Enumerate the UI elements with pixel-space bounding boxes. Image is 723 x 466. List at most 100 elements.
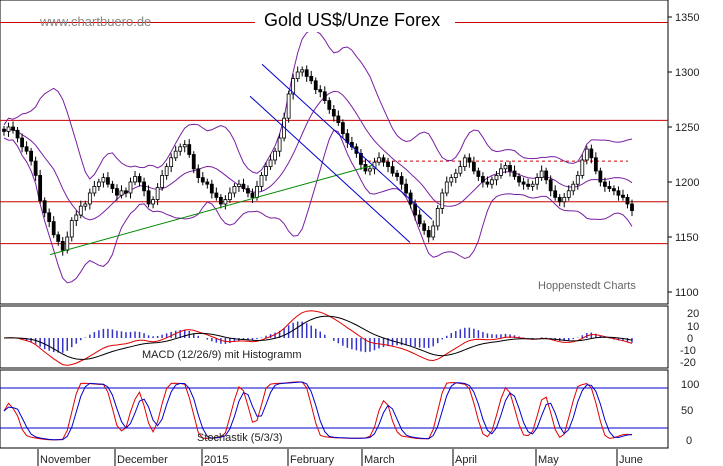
candle-body (42, 200, 47, 214)
candle-body (155, 187, 160, 200)
month-label: May (538, 454, 559, 466)
candle-body (133, 176, 137, 183)
candle-body (417, 214, 422, 225)
candle-body (246, 188, 250, 194)
candle-body (169, 157, 174, 168)
candle-body (33, 160, 38, 176)
candle-body (490, 179, 494, 185)
candle-body (481, 176, 485, 183)
stochastic-k-line (3, 381, 633, 441)
price-axis-label: 1250 (675, 122, 699, 134)
bollinger-bands-layer (3, 29, 633, 284)
candle-body (164, 166, 169, 176)
candle-body (87, 192, 92, 205)
candle-body (512, 170, 517, 177)
horizontal-lines-layer (0, 22, 668, 429)
candle-body (494, 174, 499, 181)
candle-body (580, 159, 585, 176)
stochastic-d-line (3, 381, 633, 441)
candle-body (313, 80, 318, 91)
candle-body (413, 203, 418, 216)
month-label: 2015 (204, 454, 228, 466)
candle-body (612, 188, 616, 192)
candle-body (616, 190, 621, 196)
candle-body (485, 181, 490, 185)
candle-body (589, 148, 594, 159)
candle-body (553, 190, 558, 198)
price-axis-label: 1350 (675, 12, 699, 24)
candle-body (259, 174, 264, 187)
candle-body (250, 192, 255, 198)
candle-body (593, 157, 598, 172)
candle-body (304, 69, 309, 77)
candle-body (377, 157, 381, 163)
month-label: April (455, 454, 477, 466)
candle-body (322, 91, 327, 102)
candle-body (29, 150, 34, 162)
candle-body (83, 203, 88, 207)
candle-body (571, 183, 576, 192)
candle-body (300, 69, 305, 73)
candle-body (56, 234, 61, 242)
candle-body (521, 181, 526, 185)
price-axis-label: 1200 (675, 177, 699, 189)
candle-body (273, 150, 277, 161)
candle-body (182, 144, 187, 148)
candle-body (237, 183, 241, 187)
candle-body (476, 170, 481, 177)
candle-body (440, 192, 445, 209)
candle-body (209, 183, 214, 194)
candle-body (526, 183, 530, 187)
candle-body (115, 188, 119, 196)
chart-title: Gold US$/Unze Forex (264, 10, 440, 30)
candle-body (214, 192, 219, 198)
candle-body (535, 177, 540, 185)
macd-axis-label: -10 (680, 345, 696, 357)
candle-body (6, 126, 11, 132)
candle-body (630, 203, 634, 211)
candle-body (277, 137, 282, 152)
macd-label: MACD (12/26/9) mit Histogramm (142, 349, 302, 361)
month-label: December (117, 454, 168, 466)
candle-body (92, 185, 97, 194)
stoch-axis-label: 0 (686, 435, 692, 447)
macd-panel-frame (0, 305, 669, 369)
candle-body (530, 183, 535, 187)
candle-body (47, 212, 52, 223)
candle-body (368, 168, 372, 172)
candle-body (598, 170, 603, 183)
candle-body (309, 76, 314, 82)
candle-body (404, 183, 409, 194)
candle-body (607, 185, 612, 189)
macd-axis-label: 10 (687, 321, 699, 333)
candle-body (444, 181, 449, 194)
candle-body (241, 183, 246, 189)
candle-body (621, 194, 625, 198)
candle-body (110, 183, 115, 189)
bollinger-middle-line (3, 90, 633, 221)
month-label: June (619, 454, 643, 466)
candle-body (2, 128, 6, 132)
candle-body (508, 165, 512, 172)
candle-body (187, 144, 192, 155)
candles-layer (2, 65, 634, 256)
candle-body (340, 122, 345, 134)
month-label: March (364, 454, 395, 466)
bollinger-lower-line (3, 129, 633, 284)
candle-body (128, 181, 133, 194)
axis-labels-layer: 11001150120012501300135020100-10-2010050… (37, 12, 699, 466)
candle-body (38, 174, 43, 202)
candle-body (146, 190, 151, 205)
candle-body (20, 137, 24, 148)
candle-body (602, 181, 607, 187)
candle-body (327, 100, 332, 110)
candle-body (462, 157, 467, 168)
candle-body (390, 166, 395, 174)
candle-body (499, 168, 503, 176)
candle-body (255, 185, 259, 198)
stochastic-layer (3, 381, 633, 441)
candle-body (471, 161, 476, 172)
candle-body (539, 170, 544, 178)
candle-body (151, 199, 155, 205)
candle-body (544, 170, 549, 181)
